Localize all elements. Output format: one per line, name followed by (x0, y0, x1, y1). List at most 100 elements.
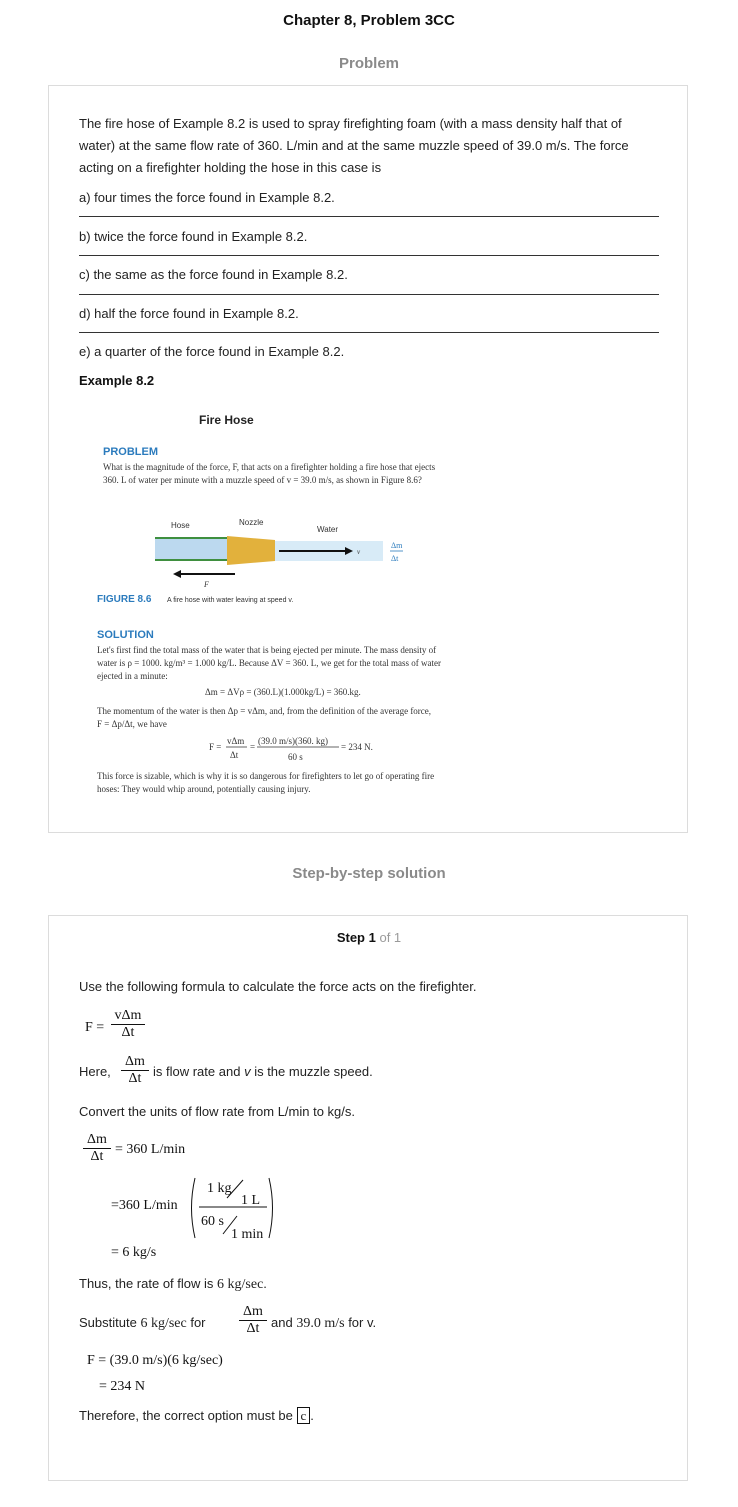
substitute-for-v: for v. (348, 1315, 377, 1330)
divider (79, 216, 659, 217)
numerator: Δm (243, 1304, 263, 1319)
conversion-result: = 6 kg/s (111, 1245, 157, 1260)
thus-period: . (263, 1276, 267, 1291)
nozzle-shape (227, 536, 275, 565)
right-paren (268, 1177, 273, 1239)
substitute-text-2: and 39.0 m/s for v. (271, 1315, 376, 1332)
hose-label: Hose (171, 521, 190, 530)
here-text: Here, (79, 1064, 111, 1079)
example-equation: Δt (230, 750, 239, 760)
here-part: is the muzzle speed. (254, 1064, 373, 1079)
denominator: Δt (128, 1071, 142, 1086)
conversion-lhs: =360 L/min (111, 1198, 178, 1213)
problem-card: The fire hose of Example 8.2 is used to … (48, 85, 688, 833)
conversion-den-den: 1 min (231, 1227, 263, 1242)
example-figure: Fire Hose PROBLEM What is the magnitude … (97, 413, 441, 794)
step-of: of 1 (379, 930, 402, 945)
solution-heading: Step-by-step solution (292, 865, 446, 882)
example-solution-line: Let's first find the total mass of the w… (97, 645, 436, 655)
dm-label: Δm (391, 541, 403, 550)
thus-label: Thus, the rate of flow is (79, 1276, 214, 1291)
option-a[interactable]: a) four times the force found in Example… (79, 190, 659, 205)
example-equation: 60 s (288, 752, 303, 762)
divider (79, 294, 659, 295)
answer-box: c (296, 1407, 311, 1424)
example-problem-line: 360. L of water per minute with a muzzle… (103, 475, 422, 485)
option-c[interactable]: c) the same as the force found in Exampl… (79, 267, 659, 282)
force-arrowhead (173, 570, 181, 578)
intro-text: Use the following formula to calculate t… (79, 979, 477, 994)
denominator: Δt (121, 1025, 135, 1040)
dt-label: Δt (391, 554, 399, 563)
water-label: Water (317, 525, 338, 534)
example-solution-label: SOLUTION (97, 629, 154, 641)
substitute-speed: 39.0 m/s (296, 1316, 345, 1331)
hose-stripe (155, 537, 227, 539)
left-paren (191, 1177, 196, 1239)
conclusion-period: . (310, 1408, 314, 1423)
example-solution-line: ejected in a minute: (97, 671, 168, 681)
numerator: vΔm (114, 1008, 142, 1023)
figure-caption: A fire hose with water leaving at speed … (167, 597, 293, 604)
substitute-for: for (190, 1315, 206, 1330)
example-problem-line: What is the magnitude of the force, F, t… (103, 462, 436, 472)
conversion-fraction: 1 kg 1 L 60 s 1 min (191, 1177, 273, 1242)
here-part: is flow rate and (153, 1064, 241, 1079)
example-solution-line: F = Δp/Δt, we have (97, 719, 167, 729)
here-v: v (244, 1064, 251, 1079)
substitute-label: Substitute (79, 1315, 137, 1330)
numerator: Δm (87, 1132, 107, 1147)
formula-lhs: F = (85, 1020, 105, 1035)
divider (79, 332, 659, 333)
solution-card: Step 1 of 1 Use the following formula to… (48, 915, 688, 1481)
option-d[interactable]: d) half the force found in Example 8.2. (79, 306, 659, 321)
substitute-fraction: Δm Δt (239, 1304, 267, 1337)
example-title: Fire Hose (199, 413, 254, 427)
substitute-value: 6 kg/sec (140, 1316, 187, 1331)
example-equation: = (250, 742, 255, 752)
figure-label: FIGURE 8.6 (97, 594, 152, 605)
flow-value: = 360 L/min (115, 1142, 186, 1157)
page-title: Chapter 8, Problem 3CC (283, 12, 455, 29)
example-equation: Δm = ΔVρ = (360.L)(1.000kg/L) = 360.kg. (205, 687, 361, 697)
conversion-den: 60 s (201, 1214, 224, 1229)
final-result: = 234 N (99, 1379, 146, 1394)
conversion-num-den: 1 L (241, 1193, 260, 1208)
final-equation: F = (39.0 m/s)(6 kg/sec) (87, 1353, 223, 1368)
nozzle-label: Nozzle (239, 518, 264, 527)
step-label: Step 1 (336, 930, 376, 945)
example-equation: vΔm (227, 736, 244, 746)
thus-text: Thus, the rate of flow is 6 kg/sec. (79, 1276, 267, 1293)
example-equation: (39.0 m/s)(360. kg) (258, 736, 328, 746)
denominator: Δt (246, 1321, 260, 1336)
conversion-num: 1 kg (207, 1181, 232, 1196)
problem-heading: Problem (338, 55, 399, 72)
example-solution-line: hoses: They would whip around, potential… (97, 784, 310, 794)
denominator: Δt (90, 1149, 104, 1164)
question-text: The fire hose of Example 8.2 is used to … (79, 116, 629, 175)
divider (79, 255, 659, 256)
convert-text: Convert the units of flow rate from L/mi… (79, 1104, 356, 1119)
example-solution-line: The momentum of the water is then Δp = v… (97, 706, 431, 716)
numerator: Δm (125, 1054, 145, 1069)
substitute-text: Substitute 6 kg/sec for (79, 1315, 206, 1332)
conclusion-text: Therefore, the correct option must be c. (79, 1407, 314, 1424)
flow-fraction: Δm Δt (83, 1132, 111, 1165)
option-b[interactable]: b) twice the force found in Example 8.2. (79, 229, 659, 244)
example-equation: = 234 N. (341, 742, 373, 752)
here-description: is flow rate and v is the muzzle speed. (153, 1064, 373, 1079)
thus-value: 6 kg/sec (217, 1277, 264, 1292)
example-solution-line: This force is sizable, which is why it i… (97, 771, 434, 781)
example-heading: Example 8.2 (79, 373, 155, 388)
step-indicator: Step 1 of 1 (49, 930, 689, 945)
example-equation: F = (209, 742, 221, 752)
hose-stripe (155, 559, 227, 561)
F-label: F (203, 580, 209, 589)
example-solution-line: water is ρ = 1000. kg/m³ = 1.000 kg/L. B… (97, 658, 441, 668)
formula-fraction: vΔm Δt (111, 1008, 145, 1041)
hose-body (155, 539, 227, 561)
conclusion-label: Therefore, the correct option must be (79, 1408, 293, 1423)
option-e[interactable]: e) a quarter of the force found in Examp… (79, 344, 659, 359)
substitute-and: and (271, 1315, 293, 1330)
flow-rate-fraction: Δm Δt (121, 1054, 149, 1087)
